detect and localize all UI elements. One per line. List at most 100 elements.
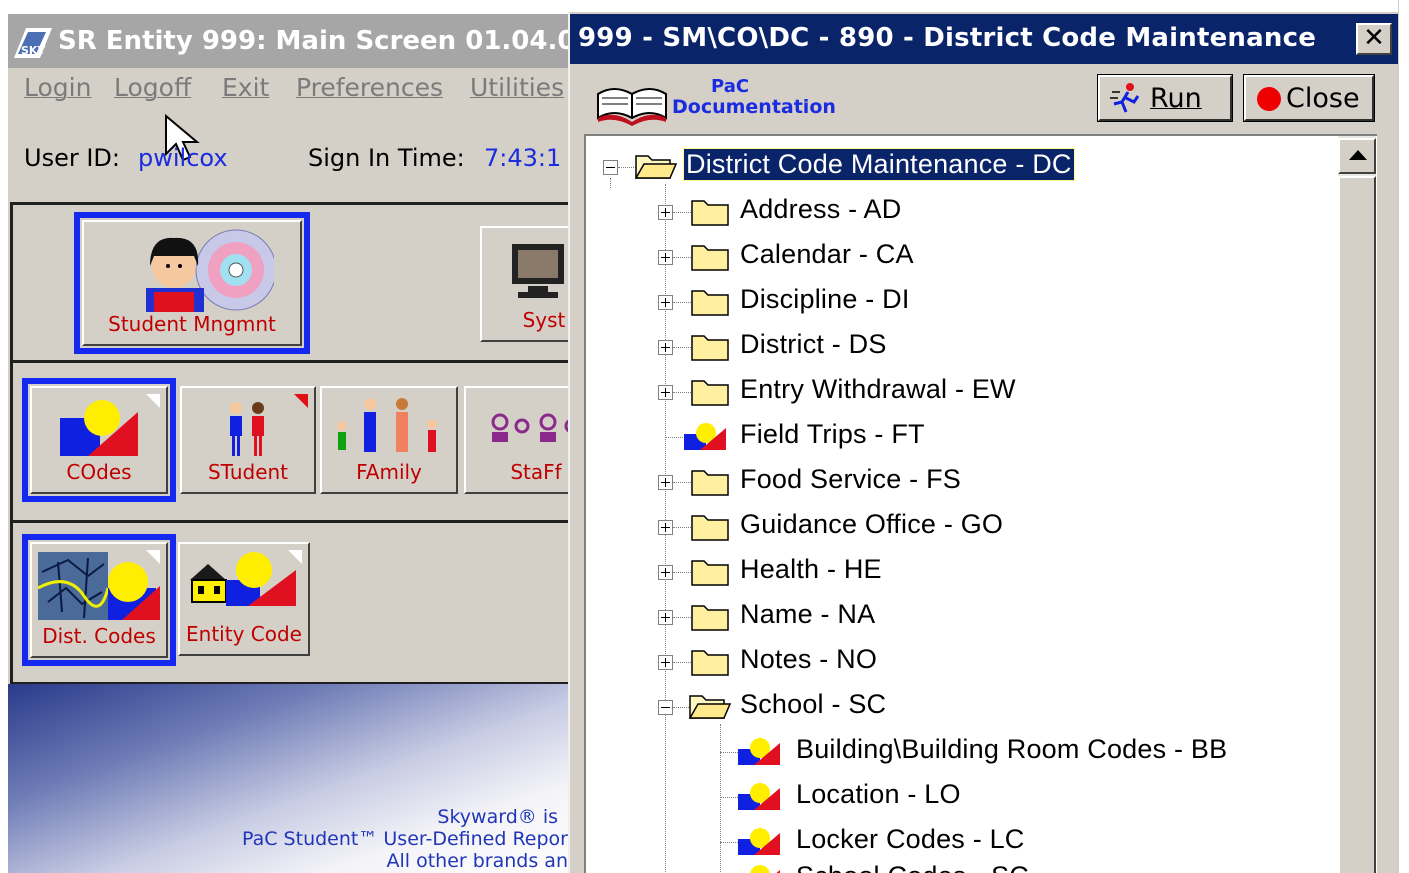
menu-preferences[interactable]: Preferences [296,73,443,102]
student-mngmnt-button[interactable]: Student Mngmnt [74,212,310,354]
expand-icon[interactable] [658,250,673,265]
tree-item-calendar[interactable]: Calendar - CA [586,236,1336,276]
sign-in-label: Sign In Time: [308,144,465,172]
expand-icon[interactable] [658,475,673,490]
expand-icon[interactable] [658,295,673,310]
tree-child-school-codes[interactable]: School Codes - SC [586,858,1336,873]
dialog-close-icon[interactable]: ✕ [1356,23,1392,55]
tree-line [673,212,691,213]
svg-text:SKY: SKY [21,44,46,57]
menu-utilities[interactable]: Utilities [470,73,564,102]
student-button[interactable]: STudent [180,386,316,494]
code-tree-view[interactable]: District Code Maintenance - DC Address -… [584,134,1377,873]
tree-line [673,662,691,663]
expand-icon[interactable] [658,655,673,670]
codes-label: COdes [66,460,132,484]
collapse-icon[interactable] [658,700,673,715]
background-window-edge [1398,0,1409,873]
tree-root-label[interactable]: District Code Maintenance - DC [683,148,1075,181]
tree-item-health[interactable]: Health - HE [586,551,1336,591]
tree-line [673,527,691,528]
program-shapes-icon [738,783,780,810]
tree-child-locker-codes[interactable]: Locker Codes - LC [586,821,1336,861]
tree-item-label: Notes - NO [740,644,878,674]
tree-child-label: Location - LO [796,779,961,809]
menu-login[interactable]: Login [24,73,91,102]
expand-icon[interactable] [658,385,673,400]
pac-documentation-button[interactable]: PaC Documentation [594,74,854,130]
tree-item-address[interactable]: Address - AD [586,191,1336,231]
corner-flag-icon [146,394,160,408]
user-id-value: pwilcox [138,144,228,172]
user-info-line: User ID: pwilcox Sign In Time: 7:43:1 [8,136,608,176]
entity-code-button[interactable]: Entity Code [178,542,310,656]
main-menubar: Login Logoff Exit Preferences Utilities [8,70,608,108]
section-divider [10,360,608,363]
close-button[interactable]: Close [1243,74,1375,122]
doc-line-1: PaC [711,76,750,97]
folder-icon [691,290,729,316]
scroll-thumb[interactable] [1338,176,1376,873]
tree-line [673,257,691,258]
menu-logoff[interactable]: Logoff [114,73,191,102]
tree-vertical-scrollbar[interactable] [1338,136,1376,873]
tree-item-discipline[interactable]: Discipline - DI [586,281,1336,321]
tree-child-building-room-codes[interactable]: Building\Building Room Codes - BB [586,731,1336,771]
dist-codes-button[interactable]: Dist. Codes [22,534,176,666]
computer-monitor-icon [512,244,564,298]
user-id-label: User ID: [24,144,120,172]
folder-icon [691,200,729,226]
stop-circle-icon [1257,87,1281,111]
tree-item-school[interactable]: School - SC [586,686,1336,726]
section-divider-left [10,202,13,684]
folder-icon [691,335,729,361]
codes-button[interactable]: COdes [22,378,176,502]
collapse-icon[interactable] [603,160,618,175]
folder-icon [691,560,729,586]
main-title-text: SR Entity 999: Main Screen 01.04.07. [58,26,604,56]
tree-item-label: Discipline - DI [740,284,910,314]
tree-root[interactable]: District Code Maintenance - DC [586,146,1336,186]
tree-item-label: School - SC [740,689,887,719]
family-label: FAmily [356,460,422,484]
tree-item-field-trips[interactable]: Field Trips - FT [586,416,1336,456]
tree-item-food-service[interactable]: Food Service - FS [586,461,1336,501]
expand-icon[interactable] [658,340,673,355]
tree-line [673,617,691,618]
tree-item-guidance-office[interactable]: Guidance Office - GO [586,506,1336,546]
tree-line [673,347,691,348]
program-shapes-icon [738,738,780,765]
tree-item-notes[interactable]: Notes - NO [586,641,1336,681]
tree-item-entry-withdrawal[interactable]: Entry Withdrawal - EW [586,371,1336,411]
open-folder-icon [634,155,678,179]
main-screen-window: SKY SR Entity 999: Main Screen 01.04.07.… [8,14,608,873]
tree-item-label: Address - AD [740,194,902,224]
tree-line [673,302,691,303]
student-mngmnt-icon [146,229,274,312]
expand-icon[interactable] [658,610,673,625]
family-button[interactable]: FAmily [320,386,458,494]
tree-item-district[interactable]: District - DS [586,326,1336,366]
open-folder-icon [688,695,732,719]
tree-item-name[interactable]: Name - NA [586,596,1336,636]
codes-shapes-icon [60,400,138,456]
dialog-title-bar[interactable]: 999 - SM\CO\DC - 890 - District Code Mai… [570,14,1398,64]
tree-item-label: Name - NA [740,599,876,629]
main-title-bar[interactable]: SKY SR Entity 999: Main Screen 01.04.07. [8,14,608,68]
expand-icon[interactable] [658,520,673,535]
expand-icon[interactable] [658,205,673,220]
entity-code-label: Entity Code [186,622,302,646]
expand-icon[interactable] [658,565,673,580]
folder-icon [691,245,729,271]
scroll-up-arrow-icon[interactable] [1338,138,1376,174]
tree-child-location[interactable]: Location - LO [586,776,1336,816]
entity-building-icon [190,552,296,606]
folder-icon [691,605,729,631]
tree-item-label: Food Service - FS [740,464,961,494]
section-divider [10,202,608,205]
tree-line [673,572,691,573]
tree-child-label: School Codes - SC [796,861,1029,873]
tree-line [673,482,691,483]
run-button[interactable]: Run [1097,74,1233,122]
menu-exit[interactable]: Exit [222,73,269,102]
